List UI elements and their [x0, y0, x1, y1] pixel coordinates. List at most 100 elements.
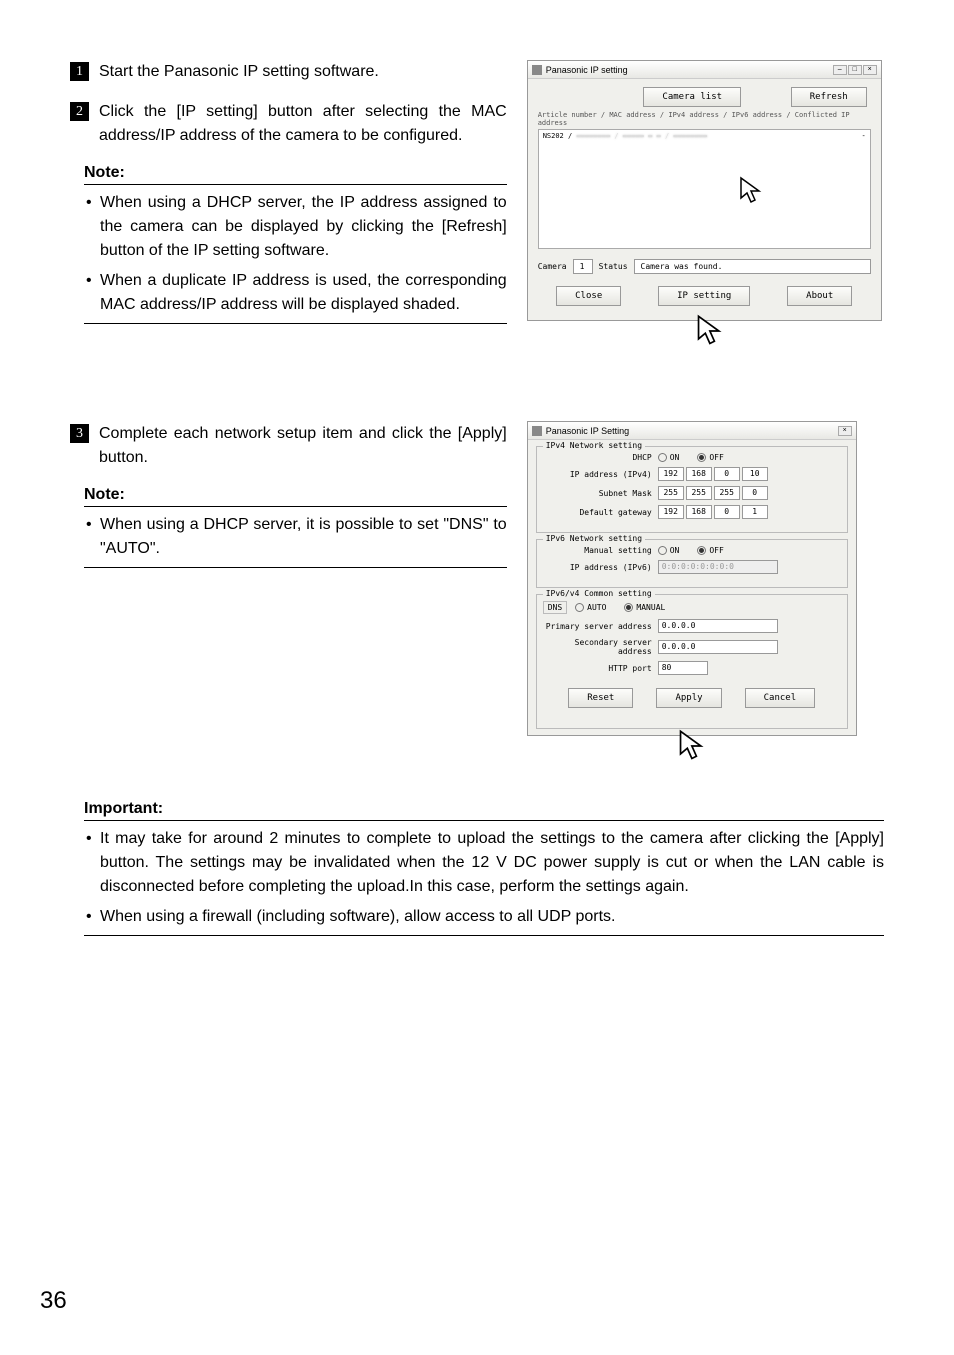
- ipv4-group: IPv4 Network setting DHCP ON OFF IP addr…: [536, 446, 848, 533]
- divider: [84, 567, 507, 568]
- ipv6-on-radio[interactable]: [658, 546, 667, 555]
- manual-label: Manual setting: [543, 546, 658, 555]
- important-item: It may take for around 2 minutes to comp…: [84, 827, 884, 899]
- apply-button[interactable]: Apply: [656, 688, 721, 708]
- gw-octet[interactable]: 1: [742, 505, 768, 519]
- ipv6-off-radio[interactable]: [697, 546, 706, 555]
- gw-octet[interactable]: 0: [714, 505, 740, 519]
- cursor-icon: [739, 176, 765, 206]
- gw-octet[interactable]: 192: [658, 505, 684, 519]
- ipv6-address-label: IP address (IPv6): [543, 563, 658, 572]
- cursor-icon: [678, 729, 708, 763]
- cursor-icon: [696, 314, 726, 348]
- important-block: Important: It may take for around 2 minu…: [84, 800, 884, 936]
- ip-octet[interactable]: 0: [714, 467, 740, 481]
- camera-count: 1: [573, 259, 593, 274]
- page-number: 36: [40, 1287, 67, 1315]
- maximize-icon[interactable]: □: [848, 65, 862, 75]
- step-1-text: Start the Panasonic IP setting software.: [99, 60, 379, 84]
- ip-setting-button[interactable]: IP setting: [658, 286, 750, 306]
- camera-list-window: Panasonic IP setting – □ × Camera list R…: [527, 60, 882, 321]
- secondary-dns-label: Secondary server address: [543, 638, 658, 656]
- camera-label: Camera: [538, 262, 567, 271]
- http-port-field[interactable]: 80: [658, 661, 708, 675]
- table-row[interactable]: NS202 / ▬▬▬▬▬▬▬▬ / ▬▬▬▬▬ ▬ ▬ / ▬▬▬▬▬▬▬▬ …: [543, 132, 866, 140]
- divider: [84, 323, 507, 324]
- manual-label: MANUAL: [636, 603, 665, 612]
- note-1-heading: Note:: [84, 164, 507, 185]
- note-2-item: When using a DHCP server, it is possible…: [84, 513, 507, 561]
- step-3: 3 Complete each network setup item and c…: [70, 422, 507, 470]
- subnet-octet[interactable]: 0: [742, 486, 768, 500]
- app-icon: [532, 65, 542, 75]
- list-columns: Article number / MAC address / IPv4 addr…: [528, 111, 881, 129]
- dhcp-off-radio[interactable]: [697, 453, 706, 462]
- note-1: Note: When using a DHCP server, the IP a…: [84, 164, 507, 324]
- note-2-heading: Note:: [84, 486, 507, 507]
- on-label: ON: [670, 546, 680, 555]
- subnet-octet[interactable]: 255: [658, 486, 684, 500]
- ipv6-group: IPv6 Network setting Manual setting ON O…: [536, 539, 848, 588]
- window-title: Panasonic IP setting: [546, 65, 628, 75]
- subnet-label: Subnet Mask: [543, 489, 658, 498]
- camera-list-button[interactable]: Camera list: [643, 87, 741, 107]
- dhcp-label: DHCP: [543, 453, 658, 462]
- dhcp-on-radio[interactable]: [658, 453, 667, 462]
- ipv6-address-field[interactable]: 0:0:0:0:0:0:0:0: [658, 560, 778, 574]
- important-item: When using a firewall (including softwar…: [84, 905, 884, 929]
- status-label: Status: [599, 262, 628, 271]
- ip-setting-window: Panasonic IP Setting × IPv4 Network sett…: [527, 421, 857, 736]
- step-1-num: 1: [70, 62, 89, 81]
- row-dash: -: [861, 132, 865, 140]
- dns-manual-radio[interactable]: [624, 603, 633, 612]
- ip-octet[interactable]: 168: [686, 467, 712, 481]
- device-list[interactable]: NS202 / ▬▬▬▬▬▬▬▬ / ▬▬▬▬▬ ▬ ▬ / ▬▬▬▬▬▬▬▬ …: [538, 129, 871, 249]
- divider: [84, 935, 884, 936]
- row-id: NS202 /: [543, 132, 573, 140]
- dns-auto-radio[interactable]: [575, 603, 584, 612]
- close-button[interactable]: Close: [556, 286, 621, 306]
- gw-octet[interactable]: 168: [686, 505, 712, 519]
- minimize-icon[interactable]: –: [833, 65, 847, 75]
- subnet-octet[interactable]: 255: [714, 486, 740, 500]
- step-2-num: 2: [70, 102, 89, 121]
- note-1-item: When using a DHCP server, the IP address…: [84, 191, 507, 263]
- primary-dns-label: Primary server address: [543, 622, 658, 631]
- primary-dns-field[interactable]: 0.0.0.0: [658, 619, 778, 633]
- note-1-item: When a duplicate IP address is used, the…: [84, 269, 507, 317]
- close-icon[interactable]: ×: [863, 65, 877, 75]
- gateway-label: Default gateway: [543, 508, 658, 517]
- group-label: IPv6 Network setting: [543, 534, 645, 543]
- ip-octet[interactable]: 10: [742, 467, 768, 481]
- important-heading: Important:: [84, 800, 884, 821]
- ip-octet[interactable]: 192: [658, 467, 684, 481]
- cancel-button[interactable]: Cancel: [745, 688, 816, 708]
- step-2: 2 Click the [IP setting] button after se…: [70, 100, 507, 148]
- secondary-dns-field[interactable]: 0.0.0.0: [658, 640, 778, 654]
- step-2-text: Click the [IP setting] button after sele…: [99, 100, 507, 148]
- dns-label: DNS: [543, 601, 567, 614]
- step-3-text: Complete each network setup item and cli…: [99, 422, 507, 470]
- http-port-label: HTTP port: [543, 664, 658, 673]
- auto-label: AUTO: [587, 603, 606, 612]
- reset-button[interactable]: Reset: [568, 688, 633, 708]
- refresh-button[interactable]: Refresh: [791, 87, 867, 107]
- window-titlebar: Panasonic IP setting – □ ×: [528, 61, 881, 79]
- subnet-octet[interactable]: 255: [686, 486, 712, 500]
- ipv4-label: IP address (IPv4): [543, 470, 658, 479]
- status-value: Camera was found.: [634, 259, 871, 274]
- common-group: IPv6/v4 Common setting DNS AUTO MANUAL P…: [536, 594, 848, 729]
- about-button[interactable]: About: [787, 286, 852, 306]
- step-1: 1 Start the Panasonic IP setting softwar…: [70, 60, 507, 84]
- step-3-num: 3: [70, 424, 89, 443]
- group-label: IPv6/v4 Common setting: [543, 589, 655, 598]
- note-2: Note: When using a DHCP server, it is po…: [84, 486, 507, 568]
- group-label: IPv4 Network setting: [543, 441, 645, 450]
- app-icon: [532, 426, 542, 436]
- on-label: ON: [670, 453, 680, 462]
- close-icon[interactable]: ×: [838, 426, 852, 436]
- window-titlebar: Panasonic IP Setting ×: [528, 422, 856, 440]
- window-title: Panasonic IP Setting: [546, 426, 629, 436]
- off-label: OFF: [709, 546, 723, 555]
- off-label: OFF: [709, 453, 723, 462]
